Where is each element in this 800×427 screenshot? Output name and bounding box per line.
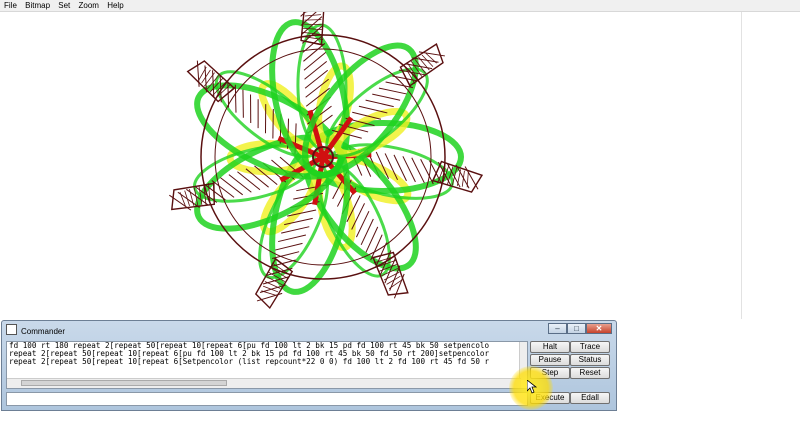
history-line[interactable]: repeat 2[repeat 50[repeat 10[repeat 6[Se… — [7, 358, 527, 366]
command-history[interactable]: fd 100 rt 180 repeat 2[repeat 50[repeat … — [6, 341, 528, 389]
menu-bar: File Bitmap Set Zoom Help — [0, 0, 800, 12]
trace-button[interactable]: Trace — [570, 341, 610, 353]
maximize-button[interactable]: □ — [567, 323, 586, 334]
edall-button[interactable]: Edall — [570, 392, 610, 404]
mouse-pointer-icon — [527, 380, 537, 394]
close-button[interactable]: ✕ — [586, 323, 612, 334]
menu-zoom[interactable]: Zoom — [79, 0, 99, 11]
turtle-drawing — [169, 12, 484, 310]
menu-file[interactable]: File — [4, 0, 17, 11]
commander-title-text: Commander — [21, 327, 66, 336]
command-input[interactable] — [6, 392, 528, 406]
history-horizontal-scrollbar[interactable] — [7, 378, 521, 388]
pause-button[interactable]: Pause — [530, 354, 570, 366]
status-button[interactable]: Status — [570, 354, 610, 366]
commander-title: Commander — [6, 324, 65, 338]
drawing-canvas — [0, 12, 800, 319]
reset-button[interactable]: Reset — [570, 367, 610, 379]
commander-app-icon — [6, 324, 17, 335]
canvas-edge — [741, 12, 742, 319]
menu-set[interactable]: Set — [58, 0, 70, 11]
halt-button[interactable]: Halt — [530, 341, 570, 353]
menu-bitmap[interactable]: Bitmap — [25, 0, 50, 11]
window-controls: – □ ✕ — [548, 323, 612, 334]
scroll-thumb[interactable] — [21, 380, 227, 386]
menu-help[interactable]: Help — [107, 0, 123, 11]
minimize-button[interactable]: – — [548, 323, 567, 334]
